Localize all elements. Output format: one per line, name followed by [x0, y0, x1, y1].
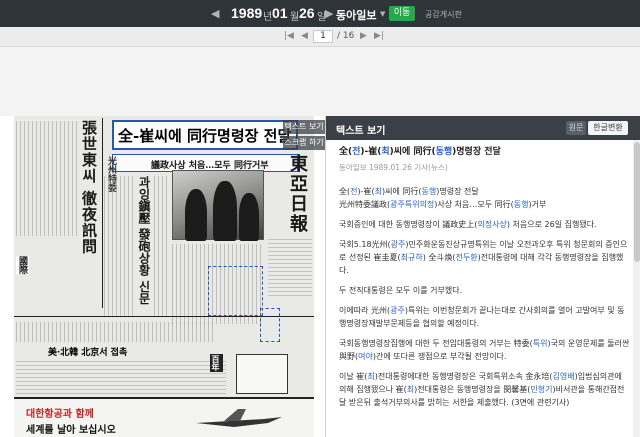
column-rule	[102, 118, 103, 308]
scrollbar-thumb[interactable]	[634, 142, 640, 262]
panel-title: 텍스트 보기	[336, 126, 386, 137]
article-paragraph: 이날 崔(최)전대통령에대한 동행명령장은 국회특위소속 金永培(김영배)입법심…	[339, 372, 625, 407]
article-meta: 동아일보 1989.01.26 기사(뉴스)	[339, 163, 448, 172]
body-text-block	[104, 176, 134, 316]
first-page-icon[interactable]: |◀	[284, 31, 294, 41]
page-pager-bar: |◀ ◀ 1 / 16 ▶ ▶|	[0, 27, 640, 47]
article-paragraph: 이에따라 光州(광주)특위는 이번청문회가 끝나는대로 간사회의를 열어 고발여…	[339, 306, 625, 328]
news-photo	[172, 170, 264, 241]
hangul-convert-button[interactable]: 한글변환	[588, 121, 628, 135]
prev-date-arrow-icon[interactable]: ◀	[211, 7, 219, 20]
page-number-input[interactable]: 1	[313, 30, 333, 43]
body-text-block	[16, 358, 226, 394]
column-title-2: 과잉鎭壓 發砲상황 신문	[137, 176, 151, 305]
panel-header: 텍스트 보기 원문 한글변환	[326, 116, 640, 140]
article-paragraph: 두 전직대통령은 모두 이를 거부했다.	[339, 286, 463, 295]
month-value[interactable]: 01	[272, 5, 288, 21]
prev-page-icon[interactable]: ◀	[301, 31, 308, 41]
body-text-block	[154, 176, 170, 316]
original-text-button[interactable]: 원문	[566, 121, 586, 135]
small-ad-box	[236, 354, 288, 394]
masthead-logo: 東亞日報	[287, 154, 308, 234]
lead-line-2: 光州特委議政(광주특위의정)사상 처음…모두 同行(동행)거부	[339, 200, 547, 209]
year-value[interactable]: 1989	[231, 5, 262, 21]
body-text-block	[16, 322, 216, 342]
airplane-icon	[196, 409, 282, 427]
section-rule	[14, 316, 314, 317]
body-text-block	[268, 236, 312, 296]
text-view-tab[interactable]: 텍스트 보기	[283, 120, 325, 134]
body-text-block	[16, 121, 78, 236]
ad-line-2: 세계를 날아 보십시오	[26, 425, 116, 436]
column-title-1: 張世東씨 徹夜訊問	[80, 120, 98, 255]
article-lead: 全(전)-崔(최)씨에 同行(동행)명령장 전달 光州特委議政(광주특위의정)사…	[339, 185, 631, 211]
next-date-arrow-icon[interactable]: ▶	[325, 7, 333, 20]
newspaper-page-image[interactable]: 張世東씨 徹夜訊問 全-崔씨에 同行명령장 전달 議政사상 처음…모두 同行거부…	[14, 116, 314, 437]
sidebar-label: 百年	[210, 354, 223, 372]
lead-line-1: 全(전)-崔(최)씨에 同行(동행)명령장 전달	[339, 187, 479, 196]
article-paragraph: 국회동행명령장집행에 대한 두 전임대통령의 거부는 特委(특위)국의 운영문제…	[339, 339, 630, 361]
year-unit-label: 년	[263, 12, 273, 23]
newspaper-viewer[interactable]: 張世東씨 徹夜訊問 全-崔씨에 同行명령장 전달 議政사상 처음…모두 同行거부…	[0, 116, 325, 437]
text-view-panel: 텍스트 보기 원문 한글변환 全(전)-崔(최)씨에 同行(동행)명령장 전달 …	[325, 116, 640, 437]
bottom-story-title: 美·北韓 北京서 접촉	[48, 348, 128, 358]
month-unit-label: 월	[290, 12, 300, 23]
airline-advertisement: 대한항공과 함께 세계를 날아 보십시오	[14, 397, 314, 437]
article-title: 全(전)-崔(최)씨에 同行(동행)명령장 전달	[339, 147, 501, 157]
article-paragraph: 국회5.18光州(광주)민주화운동진상규명특위는 이날 오전과오후 특위 청문회…	[339, 240, 628, 275]
last-page-icon[interactable]: ▶|	[374, 31, 384, 41]
article-paragraph: 국회증인에 대한 동행명령장이 議政史上(의정사상) 처음으로 26일 집행됐다…	[339, 220, 597, 229]
headline-text: 全-崔씨에 同行명령장 전달	[118, 127, 292, 145]
newspaper-selector[interactable]: 동아일보	[336, 7, 376, 23]
move-button[interactable]: 이동	[389, 6, 415, 21]
top-navigation-bar: ◀ 1989 년 01 월 26 일 ▶ 동아일보 ▼ 이동 공감게시판	[0, 0, 640, 27]
ad-line-1: 대한항공과 함께	[26, 409, 94, 420]
headline-box[interactable]: 全-崔씨에 同行명령장 전달	[112, 120, 298, 150]
article-region[interactable]	[260, 308, 280, 342]
page-total-label: / 16	[337, 31, 355, 41]
viewer-spacer	[0, 48, 640, 116]
next-page-icon[interactable]: ▶	[360, 31, 367, 41]
sidebar-label: 國際	[16, 256, 29, 274]
chevron-down-icon[interactable]: ▼	[380, 10, 385, 18]
board-link[interactable]: 공감게시판	[425, 9, 462, 20]
article-content: 全(전)-崔(최)씨에 同行(동행)명령장 전달 동아일보 1989.01.26…	[339, 146, 631, 409]
panel-scrollbar[interactable]	[633, 140, 640, 437]
day-value[interactable]: 26	[299, 5, 315, 21]
article-region[interactable]	[208, 266, 263, 316]
scrap-tab[interactable]: 스크랩 하기	[283, 136, 325, 150]
